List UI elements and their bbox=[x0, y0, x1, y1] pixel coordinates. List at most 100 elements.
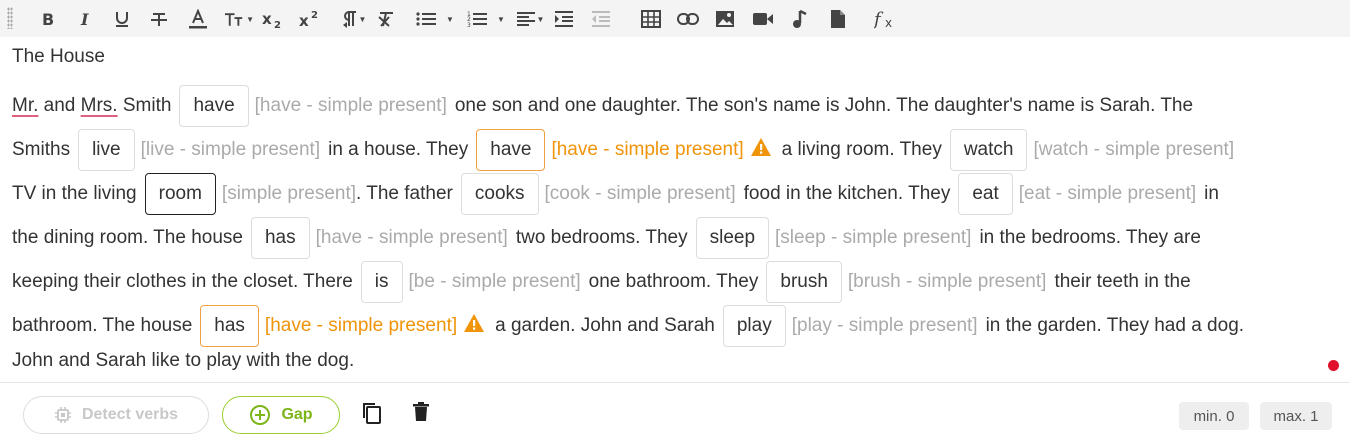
unordered-list-icon[interactable]: ▼ bbox=[413, 7, 457, 31]
max-badge: max. 1 bbox=[1260, 402, 1332, 430]
text-line: the dining room. The house has [have - sim… bbox=[12, 216, 1201, 260]
gap-hint: [have - simple present] bbox=[264, 315, 458, 336]
svg-text:x: x bbox=[299, 12, 309, 29]
text-segment: Smiths bbox=[12, 139, 71, 160]
gap-field[interactable]: live bbox=[78, 129, 135, 171]
gap-field[interactable]: sleep bbox=[695, 217, 770, 259]
gap-field[interactable]: play bbox=[722, 305, 786, 347]
text-line: Mr. and Mrs. Smith have [have - simple pre… bbox=[12, 84, 1193, 128]
superscript-icon[interactable]: x2 bbox=[299, 7, 323, 31]
detect-verbs-button: Detect verbs bbox=[23, 396, 209, 434]
text-segment: . The father bbox=[356, 183, 453, 204]
text-segment: TV in the living bbox=[12, 183, 137, 204]
text-segment: one son and one daughter. The son's name… bbox=[454, 95, 1194, 116]
font-color-icon[interactable] bbox=[187, 7, 209, 31]
text-segment: in a house. They bbox=[328, 139, 469, 160]
gap-hint: [play - simple present] bbox=[791, 315, 978, 336]
gap-field[interactable]: has bbox=[200, 305, 259, 347]
gap-field[interactable]: eat bbox=[958, 173, 1013, 215]
gap-hint: [eat - simple present] bbox=[1018, 183, 1197, 204]
underline-icon[interactable] bbox=[112, 7, 132, 31]
chip-icon bbox=[54, 407, 71, 423]
image-icon[interactable] bbox=[714, 7, 736, 31]
table-icon[interactable] bbox=[640, 7, 662, 31]
gap-field[interactable]: watch bbox=[949, 129, 1028, 171]
gap-hint: [be - simple present] bbox=[408, 271, 581, 292]
plus-circle-icon bbox=[250, 405, 271, 425]
text-segment: a living room. They bbox=[781, 139, 942, 160]
link-icon[interactable] bbox=[676, 7, 700, 31]
text-segment: Smith bbox=[117, 95, 172, 116]
text-segment: in the bedrooms. They are bbox=[979, 227, 1201, 248]
indent-icon[interactable] bbox=[553, 7, 575, 31]
text-segment: in bbox=[1204, 183, 1219, 204]
gap-hint: [have - simple present] bbox=[254, 95, 447, 116]
svg-text:x: x bbox=[262, 10, 272, 28]
text-segment: John and Sarah like to play with the dog… bbox=[12, 350, 355, 371]
svg-text:x: x bbox=[885, 16, 892, 29]
delete-icon[interactable] bbox=[413, 402, 429, 427]
clear-formatting-icon[interactable] bbox=[376, 7, 396, 31]
text-segment: a garden. John and Sarah bbox=[495, 315, 715, 336]
paragraph-format-icon[interactable]: ▼ bbox=[338, 7, 368, 31]
text-line: Smiths live [live - simple present] in a ho… bbox=[12, 128, 1242, 172]
document-title: The House bbox=[12, 46, 105, 67]
gap-hint: [brush - simple present] bbox=[847, 271, 1047, 292]
editor-footer: Detect verbs Gap min. 0 max. 1 bbox=[0, 382, 1350, 441]
text-segment: and bbox=[38, 95, 81, 116]
gap-field[interactable]: is bbox=[360, 261, 403, 303]
svg-text:f: f bbox=[874, 9, 884, 29]
gap-hint: [simple present] bbox=[221, 183, 357, 204]
svg-text:2: 2 bbox=[311, 10, 318, 21]
add-gap-label: Gap bbox=[281, 406, 313, 423]
text-segment: keeping their clothes in the closet. The… bbox=[12, 271, 353, 292]
text-segment: in the garden. They had a dog. bbox=[985, 315, 1245, 336]
ordered-list-icon[interactable]: 1 2 3 ▼ bbox=[464, 7, 508, 31]
gap-hint: [live - simple present] bbox=[140, 139, 321, 160]
formula-icon[interactable]: fx bbox=[874, 7, 900, 31]
gap-hint: [watch - simple present] bbox=[1033, 139, 1235, 160]
bold-icon[interactable]: B bbox=[38, 7, 58, 31]
align-icon[interactable]: ▼ bbox=[515, 7, 545, 31]
subscript-icon[interactable]: x2 bbox=[262, 7, 286, 31]
gap-field[interactable]: cooks bbox=[460, 173, 539, 215]
text-line: TV in the living room [simple present]. Th… bbox=[12, 172, 1219, 216]
outdent-icon bbox=[590, 7, 612, 31]
text-segment: their teeth in the bbox=[1054, 271, 1191, 292]
svg-text:B: B bbox=[42, 11, 54, 27]
text-segment: the dining room. The house bbox=[12, 227, 243, 248]
gap-hint: [have - simple present] bbox=[551, 139, 744, 160]
copy-icon[interactable] bbox=[362, 402, 382, 429]
text-line: keeping their clothes in the closet. The… bbox=[12, 260, 1191, 304]
gap-field[interactable]: brush bbox=[766, 261, 842, 303]
text-line: bathroom. The house has [have - simple pre… bbox=[12, 304, 1244, 348]
min-badge: min. 0 bbox=[1179, 402, 1249, 430]
drag-grip-icon[interactable] bbox=[7, 7, 13, 29]
audio-icon[interactable] bbox=[789, 7, 811, 31]
gap-field[interactable]: have bbox=[476, 129, 546, 171]
text-segment: food in the kitchen. They bbox=[743, 183, 951, 204]
gap-hint: [have - simple present] bbox=[315, 227, 508, 248]
svg-text:I: I bbox=[80, 11, 89, 27]
warning-icon bbox=[750, 137, 772, 163]
italic-icon[interactable]: I bbox=[76, 7, 96, 31]
text-line: John and Sarah like to play with the dog… bbox=[12, 343, 354, 379]
gap-hint: [cook - simple present] bbox=[544, 183, 736, 204]
add-gap-button[interactable]: Gap bbox=[222, 396, 340, 434]
text-segment: two bedrooms. They bbox=[515, 227, 688, 248]
detect-verbs-label: Detect verbs bbox=[81, 406, 179, 423]
file-icon[interactable] bbox=[827, 7, 849, 31]
text-segment: bathroom. The house bbox=[12, 315, 193, 336]
editor-toolbar: B I ▼ x2 x2 ▼ ▼ 1 2 3 ▼ ▼ f x bbox=[0, 0, 1350, 37]
gap-field[interactable]: has bbox=[250, 217, 310, 259]
text-segment: Mr. bbox=[12, 95, 39, 116]
gap-field[interactable]: room bbox=[144, 173, 216, 215]
strikethrough-icon[interactable] bbox=[149, 7, 169, 31]
font-size-icon[interactable]: ▼ bbox=[224, 7, 254, 31]
gap-field[interactable]: have bbox=[179, 85, 249, 127]
text-segment: one bathroom. They bbox=[588, 271, 759, 292]
warning-icon bbox=[463, 313, 485, 339]
svg-text:3: 3 bbox=[467, 22, 471, 28]
video-icon[interactable] bbox=[751, 7, 775, 31]
editor-content[interactable]: The House Mr. and Mrs. Smith have [have - … bbox=[0, 37, 1350, 382]
